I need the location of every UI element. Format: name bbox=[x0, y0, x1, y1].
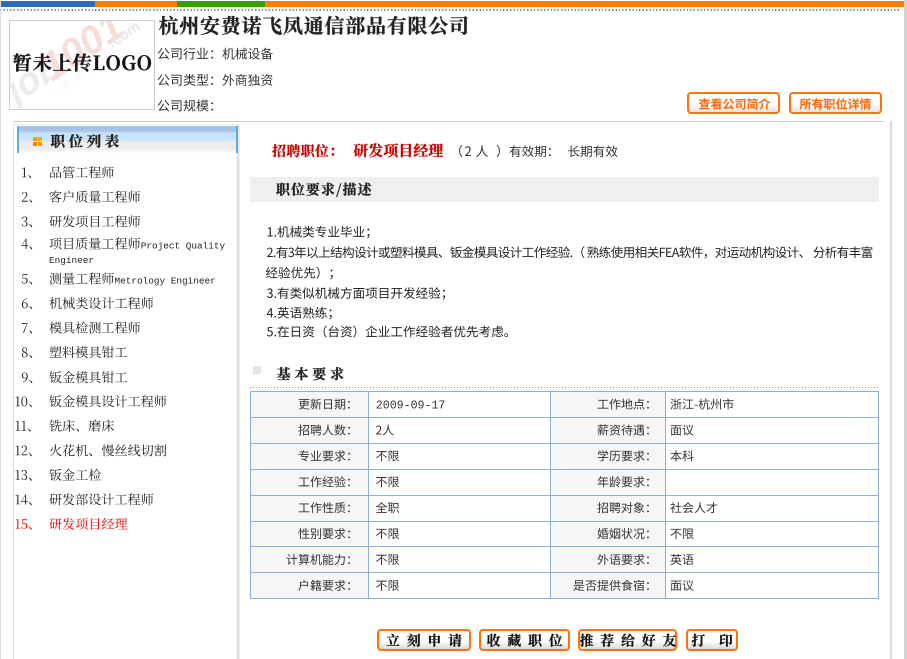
svg-text:Metrology Engineer: Metrology Engineer bbox=[115, 276, 216, 287]
svg-text:Project Quality: Project Quality bbox=[141, 241, 226, 252]
svg-text:2009-09-17: 2009-09-17 bbox=[376, 400, 446, 413]
svg-text:Engineer: Engineer bbox=[49, 255, 94, 266]
